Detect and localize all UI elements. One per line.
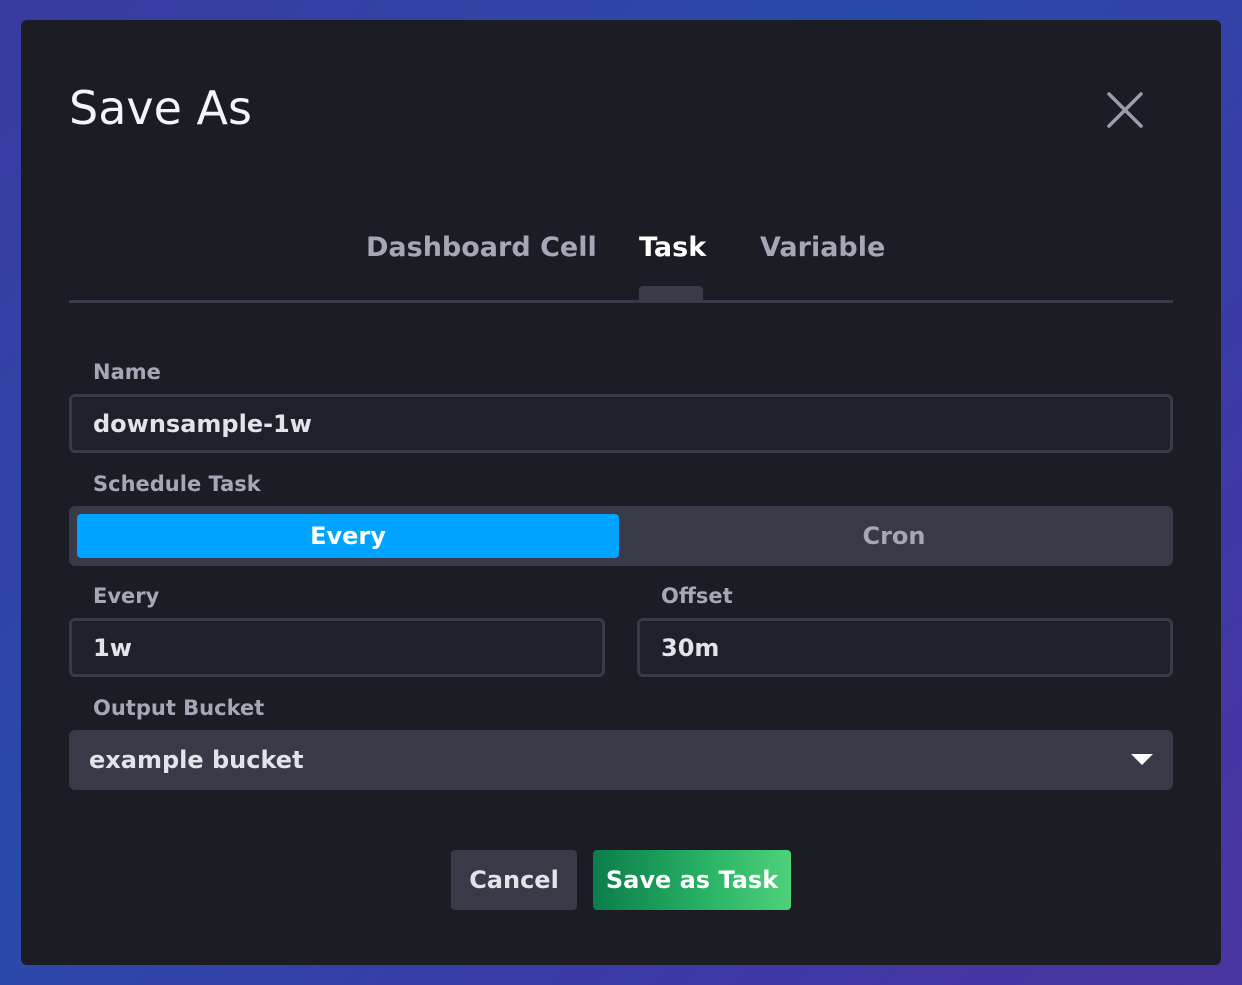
- every-label: Every: [93, 584, 160, 608]
- close-button[interactable]: [1103, 88, 1147, 132]
- schedule-option-every[interactable]: Every: [77, 514, 619, 558]
- name-input-value: downsample-1w: [93, 409, 312, 438]
- output-bucket-dropdown[interactable]: example bucket: [69, 730, 1173, 790]
- output-bucket-value: example bucket: [89, 746, 304, 774]
- tab-dashboard-cell[interactable]: Dashboard Cell: [366, 230, 597, 266]
- tab-task[interactable]: Task: [639, 230, 706, 266]
- tab-variable[interactable]: Variable: [760, 230, 885, 266]
- schedule-task-label: Schedule Task: [93, 472, 261, 496]
- dialog-title: Save As: [69, 81, 252, 135]
- tab-bar: Dashboard Cell Task Variable: [69, 220, 1173, 303]
- close-icon: [1107, 92, 1143, 128]
- schedule-option-cron[interactable]: Cron: [623, 514, 1165, 558]
- cancel-button[interactable]: Cancel: [451, 850, 577, 910]
- offset-input[interactable]: 30m: [637, 618, 1173, 677]
- save-as-task-button[interactable]: Save as Task: [593, 850, 791, 910]
- every-input-value: 1w: [93, 633, 132, 662]
- every-input[interactable]: 1w: [69, 618, 605, 677]
- output-bucket-label: Output Bucket: [93, 696, 265, 720]
- schedule-toggle: Every Cron: [69, 506, 1173, 566]
- name-label: Name: [93, 360, 161, 384]
- name-input[interactable]: downsample-1w: [69, 394, 1173, 453]
- caret-down-icon: [1131, 754, 1153, 765]
- offset-label: Offset: [661, 584, 733, 608]
- save-as-dialog: Save As Dashboard Cell Task Variable Nam…: [21, 20, 1221, 965]
- active-tab-indicator: [639, 286, 703, 300]
- offset-input-value: 30m: [661, 633, 720, 662]
